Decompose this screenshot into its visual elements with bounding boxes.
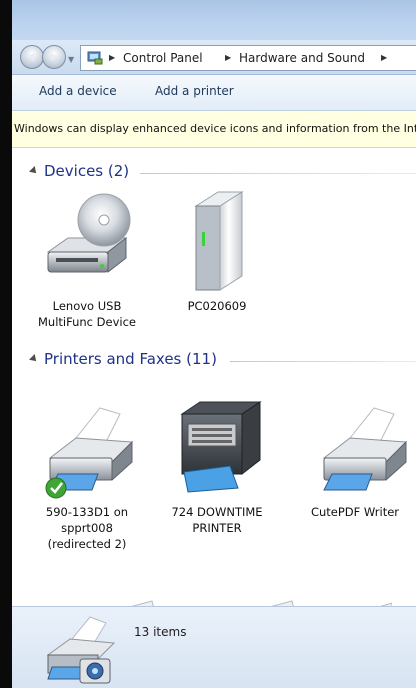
info-bar[interactable]: Windows can display enhanced device icon… <box>12 111 416 148</box>
devices-and-printers-window: ▼ ▶ Control Panel ▶ Hardware and Sound ▶… <box>12 0 416 688</box>
item-count: 13 items <box>134 625 187 639</box>
add-printer-button[interactable]: Add a printer <box>155 84 234 98</box>
printer-label: (redirected 2) <box>47 537 127 551</box>
printer-icon <box>45 407 134 499</box>
title-bar <box>12 0 416 40</box>
back-arrow-icon <box>27 53 34 61</box>
printer-icon <box>322 407 408 491</box>
collapse-triangle-icon[interactable] <box>29 166 39 176</box>
device-item-pc020609[interactable]: PC020609 <box>162 188 272 338</box>
printer-item-724-downtime[interactable]: 724 DOWNTIME PRINTER <box>162 388 272 558</box>
breadcrumb-separator-icon[interactable]: ▶ <box>109 46 115 70</box>
printer-item-cutepdf-writer[interactable]: CutePDF Writer <box>306 388 416 558</box>
address-bar[interactable]: ▶ Control Panel ▶ Hardware and Sound ▶ <box>80 45 416 71</box>
printers-group-title: Printers and Faxes (11) <box>44 350 217 368</box>
computer-tower-icon <box>194 191 244 291</box>
group-divider <box>140 173 416 174</box>
recent-pages-dropdown-icon[interactable]: ▼ <box>68 55 74 64</box>
devices-group-title: Devices (2) <box>44 162 130 180</box>
device-label: MultiFunc Device <box>38 315 136 329</box>
control-panel-icon <box>87 51 103 65</box>
breadcrumb-control-panel[interactable]: Control Panel <box>123 46 203 70</box>
printer-camera-icon <box>46 616 116 684</box>
breadcrumb-separator-icon[interactable]: ▶ <box>225 46 231 70</box>
devices-group-header[interactable]: Devices (2) <box>12 160 416 184</box>
group-divider <box>230 361 416 362</box>
printer-label: 724 DOWNTIME <box>171 505 263 519</box>
device-label: PC020609 <box>187 299 247 313</box>
back-button[interactable] <box>20 45 44 69</box>
forward-button[interactable] <box>42 45 66 69</box>
device-label: Lenovo USB <box>52 299 122 313</box>
breadcrumb-hardware-and-sound[interactable]: Hardware and Sound <box>239 46 365 70</box>
collapse-triangle-icon[interactable] <box>29 354 39 364</box>
partial-printer-icons <box>131 600 393 606</box>
command-bar: Add a device Add a printer <box>12 75 416 111</box>
forward-arrow-icon <box>51 53 58 61</box>
device-item-lenovo-usb[interactable]: Lenovo USB MultiFunc Device <box>32 188 142 338</box>
printer-label: 590-133D1 on <box>45 505 129 519</box>
next-row-partial <box>92 596 393 606</box>
printer-label: CutePDF Writer <box>310 505 400 519</box>
navigation-bar: ▼ ▶ Control Panel ▶ Hardware and Sound ▶ <box>12 40 416 75</box>
add-device-button[interactable]: Add a device <box>39 84 117 98</box>
printer-item-590-133d1[interactable]: 590-133D1 on spprt008 (redirected 2) <box>32 388 142 558</box>
multifunction-printer-icon <box>180 401 262 493</box>
cd-drive-icon <box>46 193 131 274</box>
details-pane: 13 items <box>12 606 416 688</box>
device-list: Devices (2) Lenovo USB MultiFunc Device <box>12 148 416 606</box>
printers-group-header[interactable]: Printers and Faxes (11) <box>12 348 416 372</box>
breadcrumb-separator-icon[interactable]: ▶ <box>381 46 387 70</box>
printer-label: PRINTER <box>192 521 242 535</box>
printer-label: spprt008 <box>61 521 113 535</box>
